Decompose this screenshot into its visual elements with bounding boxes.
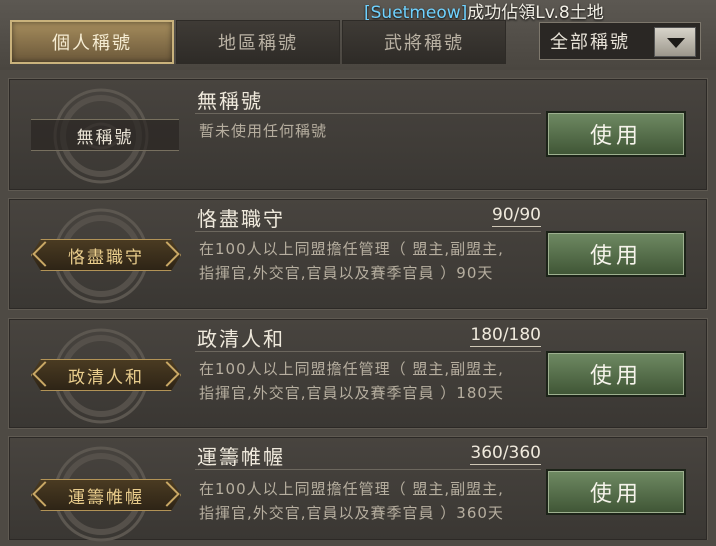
title-emblem: 無稱號: [9, 79, 199, 190]
title-plate-badge: 政清人和: [31, 359, 181, 391]
title-card-4: 運籌帷幄 運籌帷幄 360/360 在100人以上同盟擔任管理（ 盟主,副盟主,…: [8, 436, 708, 542]
title-plate-badge: 恪盡職守: [31, 239, 181, 271]
tab-region-titles[interactable]: 地區稱號: [176, 20, 340, 64]
title-description: 在100人以上同盟擔任管理（ 盟主,副盟主,指揮官,外交官,官員以及賽季官員 ）…: [199, 240, 504, 282]
divider: [195, 469, 541, 470]
title-progress: 180/180: [470, 325, 541, 347]
divider: [195, 113, 541, 114]
use-button[interactable]: 使用: [546, 469, 686, 515]
title-name: 恪盡職守: [197, 207, 285, 231]
title-description: 在100人以上同盟擔任管理（ 盟主,副盟主,指揮官,外交官,官員以及賽季官員 ）…: [199, 480, 504, 522]
title-name: 無稱號: [197, 89, 263, 113]
title-plate-badge: 運籌帷幄: [31, 479, 181, 511]
title-name: 運籌帷幄: [197, 445, 285, 469]
title-card-3: 政清人和 政清人和 180/180 在100人以上同盟擔任管理（ 盟主,副盟主,…: [8, 318, 708, 429]
title-progress: 90/90: [492, 205, 541, 227]
title-tabs: 個人稱號 地區稱號 武將稱號: [10, 20, 508, 66]
title-card-1: 無稱號 無稱號 暫未使用任何稱號 使用: [8, 78, 708, 191]
title-progress: 360/360: [470, 443, 541, 465]
divider: [195, 351, 541, 352]
use-button[interactable]: 使用: [546, 111, 686, 157]
title-plate-none: 無稱號: [31, 119, 179, 151]
tab-personal-titles[interactable]: 個人稱號: [10, 20, 174, 64]
divider: [195, 231, 541, 232]
use-button[interactable]: 使用: [546, 351, 686, 397]
dropdown-arrow-icon[interactable]: [654, 27, 696, 57]
title-filter-dropdown[interactable]: 全部稱號: [539, 22, 701, 60]
filter-selected-value: 全部稱號: [550, 32, 630, 53]
title-emblem: 政清人和: [9, 319, 199, 428]
use-button[interactable]: 使用: [546, 231, 686, 277]
title-name: 政清人和: [197, 327, 285, 351]
title-emblem: 恪盡職守: [9, 199, 199, 309]
title-card-2: 恪盡職守 恪盡職守 90/90 在100人以上同盟擔任管理（ 盟主,副盟主,指揮…: [8, 198, 708, 310]
title-description: 在100人以上同盟擔任管理（ 盟主,副盟主,指揮官,外交官,官員以及賽季官員 ）…: [199, 360, 504, 402]
tab-general-titles[interactable]: 武將稱號: [342, 20, 506, 64]
top-bar: [Suetmeow]成功佔領Lv.8土地 個人稱號 地區稱號 武將稱號 全部稱號: [0, 0, 716, 70]
title-emblem: 運籌帷幄: [9, 437, 199, 542]
title-description: 暫未使用任何稱號: [199, 122, 328, 140]
